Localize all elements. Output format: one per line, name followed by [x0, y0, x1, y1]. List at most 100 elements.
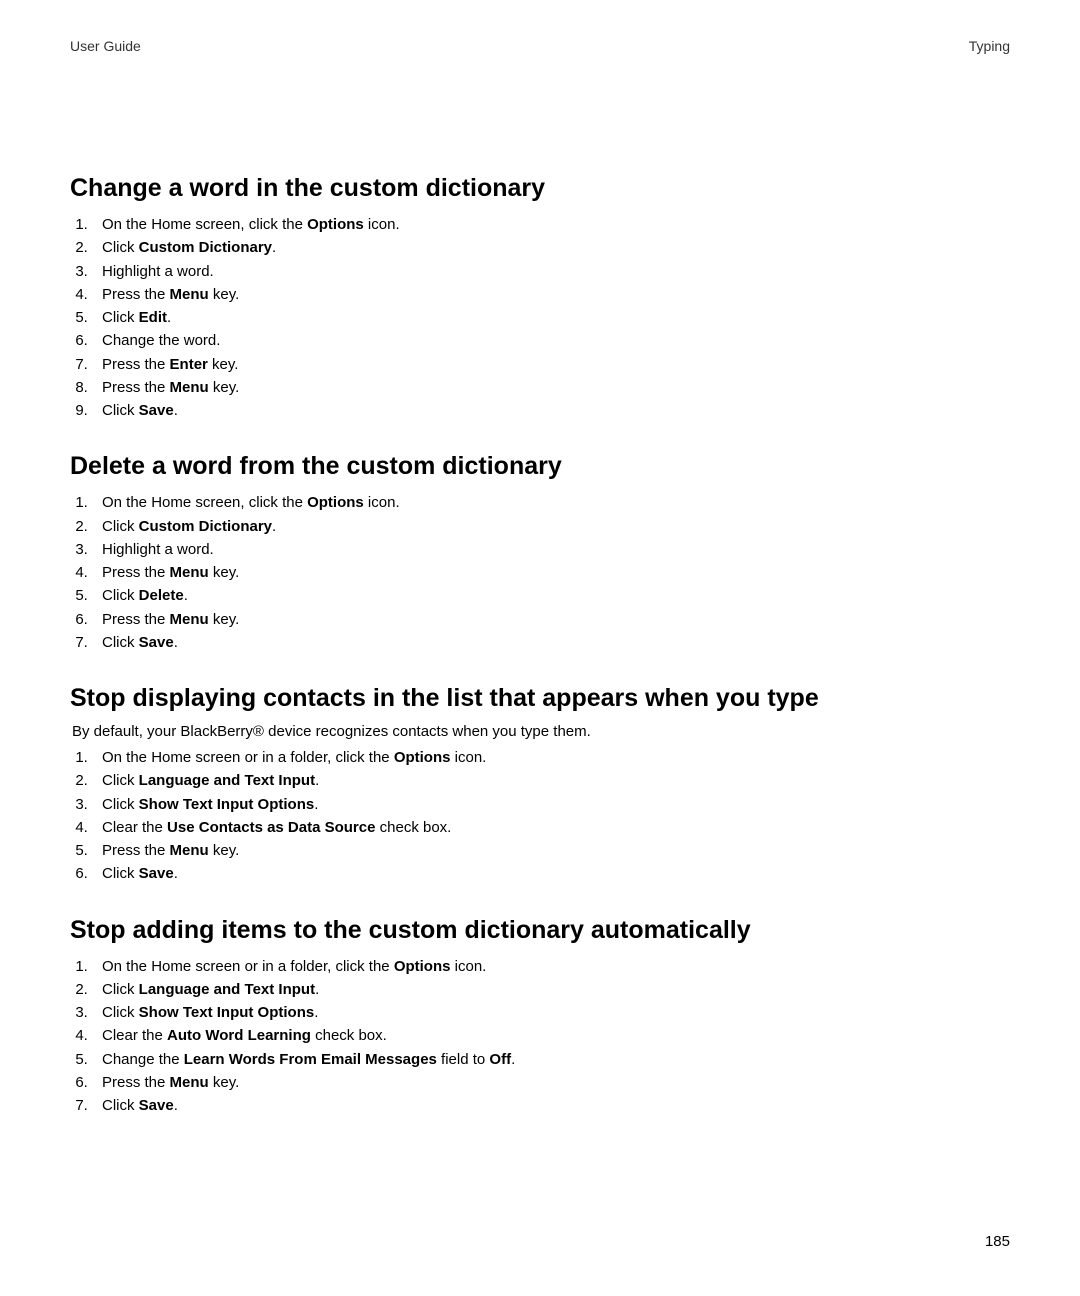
step-bold-text: Auto Word Learning [167, 1027, 311, 1044]
step-item: Press the Menu key. [92, 561, 1010, 584]
step-text: . [174, 865, 178, 882]
step-item: Press the Menu key. [92, 1071, 1010, 1094]
step-item: Highlight a word. [92, 538, 1010, 561]
step-bold-text: Language and Text Input [139, 772, 315, 789]
section-block: Stop displaying contacts in the list tha… [70, 684, 1010, 886]
step-text: Press the [102, 564, 170, 581]
step-text: . [184, 587, 188, 604]
step-bold-text: Delete [139, 587, 184, 604]
section-intro: By default, your BlackBerry® device reco… [72, 723, 1010, 740]
step-text: Press the [102, 1074, 170, 1091]
step-text: check box. [375, 819, 451, 836]
step-text: . [272, 239, 276, 256]
step-text: Clear the [102, 1027, 167, 1044]
step-bold-text: Off [489, 1051, 511, 1068]
step-text: field to [437, 1051, 490, 1068]
step-bold-text: Menu [170, 1074, 209, 1091]
step-text: Click [102, 981, 139, 998]
step-item: Clear the Use Contacts as Data Source ch… [92, 816, 1010, 839]
step-text: Click [102, 1004, 139, 1021]
step-item: On the Home screen, click the Options ic… [92, 213, 1010, 236]
step-bold-text: Menu [170, 842, 209, 859]
header-left: User Guide [70, 38, 141, 54]
step-text: key. [209, 842, 240, 859]
step-item: Click Show Text Input Options. [92, 1001, 1010, 1024]
step-bold-text: Edit [139, 309, 167, 326]
section-heading: Change a word in the custom dictionary [70, 174, 1010, 203]
step-bold-text: Language and Text Input [139, 981, 315, 998]
step-text: Highlight a word. [102, 541, 214, 558]
step-item: Press the Menu key. [92, 839, 1010, 862]
step-text: icon. [450, 749, 486, 766]
step-text: Click [102, 402, 139, 419]
step-item: Click Show Text Input Options. [92, 793, 1010, 816]
step-text: . [511, 1051, 515, 1068]
step-bold-text: Save [139, 634, 174, 651]
step-item: Click Custom Dictionary. [92, 236, 1010, 259]
step-text: On the Home screen, click the [102, 216, 307, 233]
steps-list: On the Home screen, click the Options ic… [70, 491, 1010, 654]
step-item: Click Save. [92, 631, 1010, 654]
step-text: Click [102, 1097, 139, 1114]
step-item: Click Save. [92, 1094, 1010, 1117]
step-text: . [314, 1004, 318, 1021]
step-item: Press the Menu key. [92, 608, 1010, 631]
step-bold-text: Save [139, 865, 174, 882]
step-text: Click [102, 518, 139, 535]
step-text: . [167, 309, 171, 326]
step-text: key. [209, 564, 240, 581]
page-number: 185 [985, 1233, 1010, 1250]
step-bold-text: Options [307, 494, 364, 511]
step-bold-text: Custom Dictionary [139, 239, 272, 256]
step-item: Click Delete. [92, 584, 1010, 607]
step-text: Click [102, 239, 139, 256]
step-text: Press the [102, 286, 170, 303]
step-item: Click Custom Dictionary. [92, 515, 1010, 538]
step-text: Click [102, 634, 139, 651]
step-text: Click [102, 865, 139, 882]
step-item: Press the Menu key. [92, 283, 1010, 306]
step-text: . [315, 981, 319, 998]
step-bold-text: Options [394, 749, 451, 766]
step-item: Press the Enter key. [92, 353, 1010, 376]
step-bold-text: Use Contacts as Data Source [167, 819, 375, 836]
step-bold-text: Menu [170, 286, 209, 303]
step-text: On the Home screen, click the [102, 494, 307, 511]
step-item: Change the Learn Words From Email Messag… [92, 1048, 1010, 1071]
step-text: Press the [102, 611, 170, 628]
step-text: Click [102, 309, 139, 326]
step-text: . [314, 796, 318, 813]
step-item: On the Home screen or in a folder, click… [92, 746, 1010, 769]
section-block: Delete a word from the custom dictionary… [70, 452, 1010, 654]
step-text: Press the [102, 842, 170, 859]
step-item: Click Save. [92, 862, 1010, 885]
step-text: . [174, 402, 178, 419]
step-text: key. [209, 611, 240, 628]
step-item: Change the word. [92, 329, 1010, 352]
step-bold-text: Menu [170, 379, 209, 396]
step-bold-text: Menu [170, 611, 209, 628]
step-text: On the Home screen or in a folder, click… [102, 749, 394, 766]
step-item: On the Home screen, click the Options ic… [92, 491, 1010, 514]
step-text: icon. [364, 216, 400, 233]
step-text: . [272, 518, 276, 535]
steps-list: On the Home screen or in a folder, click… [70, 955, 1010, 1118]
section-block: Stop adding items to the custom dictiona… [70, 916, 1010, 1118]
step-bold-text: Custom Dictionary [139, 518, 272, 535]
step-bold-text: Learn Words From Email Messages [184, 1051, 437, 1068]
step-text: key. [209, 1074, 240, 1091]
step-text: Click [102, 587, 139, 604]
step-text: Press the [102, 356, 170, 373]
section-block: Change a word in the custom dictionary On… [70, 174, 1010, 422]
step-item: On the Home screen or in a folder, click… [92, 955, 1010, 978]
steps-list: On the Home screen, click the Options ic… [70, 213, 1010, 422]
step-text: Change the word. [102, 332, 220, 349]
step-text: key. [208, 356, 239, 373]
steps-list: On the Home screen or in a folder, click… [70, 746, 1010, 886]
step-bold-text: Save [139, 1097, 174, 1114]
step-bold-text: Options [394, 958, 451, 975]
step-bold-text: Enter [170, 356, 208, 373]
step-item: Highlight a word. [92, 260, 1010, 283]
step-text: Clear the [102, 819, 167, 836]
step-item: Press the Menu key. [92, 376, 1010, 399]
